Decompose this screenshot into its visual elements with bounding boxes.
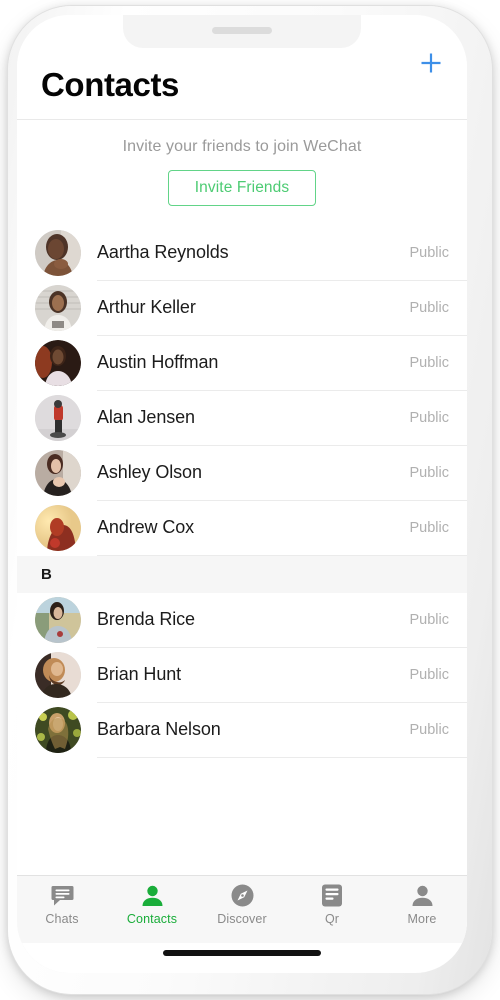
avatar bbox=[35, 707, 81, 754]
list-item[interactable]: Andrew Cox Public bbox=[17, 500, 467, 556]
chat-bubble-icon bbox=[51, 883, 74, 908]
contact-tag: Public bbox=[409, 611, 450, 628]
tab-qr[interactable]: Qr bbox=[287, 883, 377, 926]
compass-icon bbox=[231, 883, 254, 908]
contact-section: Brenda Rice Public Brian Hunt Public Bar… bbox=[17, 592, 467, 758]
contact-name: Brenda Rice bbox=[97, 609, 195, 630]
tab-chats[interactable]: Chats bbox=[17, 883, 107, 926]
contact-name: Ashley Olson bbox=[97, 462, 202, 483]
avatar bbox=[35, 395, 81, 442]
row-body: Barbara Nelson Public bbox=[97, 703, 467, 758]
contact-tag: Public bbox=[409, 721, 450, 738]
plus-icon bbox=[418, 50, 444, 76]
contact-tag: Public bbox=[409, 409, 450, 426]
contact-tag: Public bbox=[409, 244, 450, 261]
row-body: Ashley Olson Public bbox=[97, 446, 467, 501]
contact-name: Andrew Cox bbox=[97, 517, 195, 538]
tab-bar: Chats Contacts Discover Qr More bbox=[17, 875, 467, 943]
row-body: Andrew Cox Public bbox=[97, 501, 467, 556]
phone-bezel: Contacts Invite your friends to join WeC… bbox=[17, 15, 467, 973]
contact-name: Austin Hoffman bbox=[97, 352, 219, 373]
invite-prompt: Invite your friends to join WeChat bbox=[122, 137, 362, 155]
tab-label: Qr bbox=[324, 912, 340, 926]
contact-name: Aartha Reynolds bbox=[97, 242, 229, 263]
notch bbox=[123, 15, 361, 48]
contact-tag: Public bbox=[409, 666, 450, 683]
row-body: Brian Hunt Public bbox=[97, 648, 467, 703]
contact-section: Aartha Reynolds Public Arthur Keller Pub… bbox=[17, 225, 467, 556]
invite-friends-button[interactable]: Invite Friends bbox=[167, 169, 317, 206]
list-item[interactable]: Ashley Olson Public bbox=[17, 445, 467, 501]
avatar bbox=[35, 597, 81, 644]
avatar bbox=[35, 652, 81, 699]
list-item[interactable]: Brian Hunt Public bbox=[17, 647, 467, 703]
contact-tag: Public bbox=[409, 464, 450, 481]
home-indicator-area bbox=[17, 943, 467, 973]
home-indicator[interactable] bbox=[163, 950, 321, 956]
person-icon bbox=[141, 883, 164, 908]
app-screen: Contacts Invite your friends to join WeC… bbox=[17, 15, 467, 973]
section-header-b: B bbox=[17, 555, 467, 593]
contact-tag: Public bbox=[409, 299, 450, 316]
tab-label: Contacts bbox=[126, 912, 178, 926]
contact-name: Arthur Keller bbox=[97, 297, 196, 318]
contact-list: Aartha Reynolds Public Arthur Keller Pub… bbox=[17, 225, 467, 875]
avatar bbox=[35, 450, 81, 497]
add-contact-button[interactable] bbox=[411, 43, 451, 83]
tab-label: Discover bbox=[217, 912, 267, 926]
list-item[interactable]: Alan Jensen Public bbox=[17, 390, 467, 446]
contact-name: Barbara Nelson bbox=[97, 719, 221, 740]
row-body: Aartha Reynolds Public bbox=[97, 226, 467, 281]
row-body: Austin Hoffman Public bbox=[97, 336, 467, 391]
list-item[interactable]: Austin Hoffman Public bbox=[17, 335, 467, 391]
tab-label: More bbox=[407, 912, 437, 926]
tab-contacts[interactable]: Contacts bbox=[107, 883, 197, 926]
phone-mockup: Contacts Invite your friends to join WeC… bbox=[0, 0, 500, 1000]
list-item[interactable]: Aartha Reynolds Public bbox=[17, 225, 467, 281]
tab-label: Chats bbox=[45, 912, 79, 926]
contact-name: Alan Jensen bbox=[97, 407, 195, 428]
row-body: Arthur Keller Public bbox=[97, 281, 467, 336]
row-body: Alan Jensen Public bbox=[97, 391, 467, 446]
tab-discover[interactable]: Discover bbox=[197, 883, 287, 926]
list-item[interactable]: Brenda Rice Public bbox=[17, 592, 467, 648]
avatar bbox=[35, 230, 81, 277]
person-icon bbox=[411, 883, 434, 908]
list-item[interactable]: Barbara Nelson Public bbox=[17, 702, 467, 758]
avatar bbox=[35, 340, 81, 387]
tab-more[interactable]: More bbox=[377, 883, 467, 926]
invite-banner: Invite your friends to join WeChat Invit… bbox=[17, 119, 467, 226]
avatar bbox=[35, 285, 81, 332]
contact-tag: Public bbox=[409, 519, 450, 536]
avatar bbox=[35, 505, 81, 552]
document-icon bbox=[321, 883, 343, 908]
list-item[interactable]: Arthur Keller Public bbox=[17, 280, 467, 336]
contact-tag: Public bbox=[409, 354, 450, 371]
row-body: Brenda Rice Public bbox=[97, 593, 467, 648]
page-title: Contacts bbox=[41, 66, 179, 103]
contact-name: Brian Hunt bbox=[97, 664, 182, 685]
speaker-slot-icon bbox=[212, 27, 272, 34]
